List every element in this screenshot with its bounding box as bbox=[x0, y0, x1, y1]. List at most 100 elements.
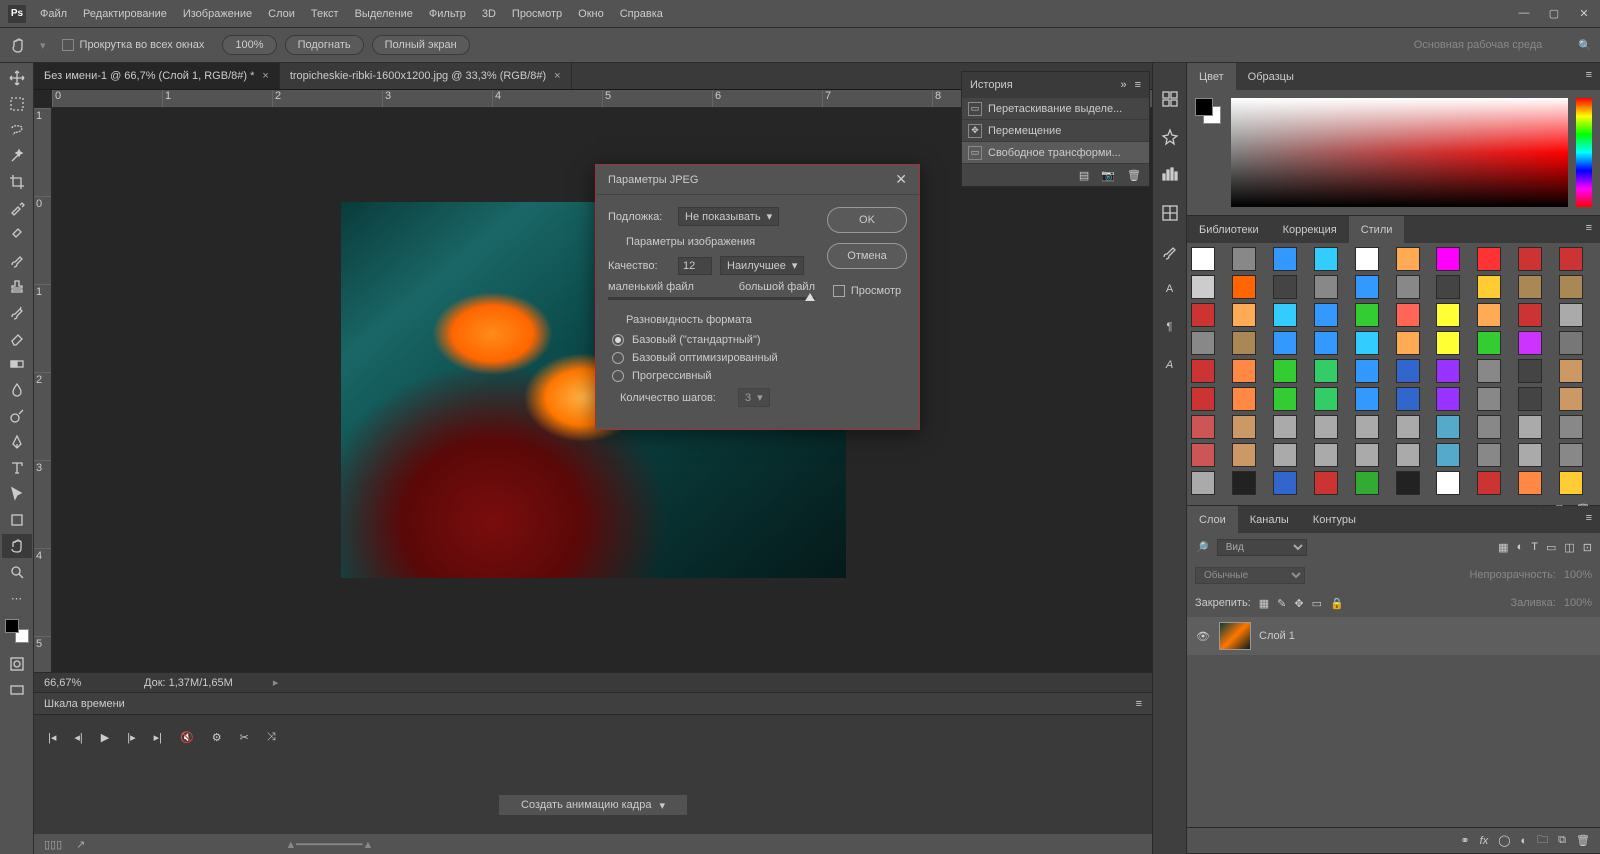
quality-slider[interactable] bbox=[608, 297, 815, 300]
style-swatch[interactable] bbox=[1559, 443, 1583, 467]
menu-layers[interactable]: Слои bbox=[268, 8, 295, 20]
tab-styles[interactable]: Стили bbox=[1349, 216, 1405, 243]
style-swatch[interactable] bbox=[1191, 303, 1215, 327]
fit-button[interactable]: Подогнать bbox=[285, 35, 364, 55]
filter-toggle-icon[interactable]: ⊡ bbox=[1583, 541, 1592, 554]
lock-trans-icon[interactable]: ▦ bbox=[1259, 597, 1269, 610]
stamp-tool[interactable] bbox=[2, 274, 32, 298]
style-swatch[interactable] bbox=[1518, 303, 1542, 327]
style-swatch[interactable] bbox=[1518, 359, 1542, 383]
menu-image[interactable]: Изображение bbox=[183, 8, 252, 20]
style-swatch[interactable] bbox=[1518, 415, 1542, 439]
style-swatch[interactable] bbox=[1314, 415, 1338, 439]
style-swatch[interactable] bbox=[1436, 303, 1460, 327]
style-swatch[interactable] bbox=[1232, 275, 1256, 299]
menu-view[interactable]: Просмотр bbox=[512, 8, 562, 20]
minimize-icon[interactable]: — bbox=[1516, 7, 1532, 20]
tl-next-icon[interactable]: |▸ bbox=[127, 731, 135, 744]
style-swatch[interactable] bbox=[1191, 387, 1215, 411]
style-swatch[interactable] bbox=[1191, 247, 1215, 271]
style-swatch[interactable] bbox=[1232, 247, 1256, 271]
style-swatch[interactable] bbox=[1314, 387, 1338, 411]
link-layers-icon[interactable]: ⚭ bbox=[1460, 834, 1469, 847]
filter-type-icon[interactable]: T bbox=[1531, 541, 1538, 554]
style-swatch[interactable] bbox=[1273, 275, 1297, 299]
libraries-icon[interactable] bbox=[1160, 89, 1180, 109]
blur-tool[interactable] bbox=[2, 378, 32, 402]
eyedropper-tool[interactable] bbox=[2, 196, 32, 220]
histogram-icon[interactable] bbox=[1160, 165, 1180, 185]
panel-menu-icon[interactable]: ≡ bbox=[1578, 63, 1600, 90]
heal-tool[interactable] bbox=[2, 222, 32, 246]
menu-3d[interactable]: 3D bbox=[482, 8, 496, 20]
style-swatch[interactable] bbox=[1559, 303, 1583, 327]
menu-window[interactable]: Окно bbox=[578, 8, 604, 20]
style-swatch[interactable] bbox=[1273, 387, 1297, 411]
style-swatch[interactable] bbox=[1477, 415, 1501, 439]
search-icon[interactable]: 🔍 bbox=[1578, 39, 1592, 52]
character-icon[interactable]: A bbox=[1160, 279, 1180, 299]
style-swatch[interactable] bbox=[1232, 303, 1256, 327]
style-swatch[interactable] bbox=[1518, 275, 1542, 299]
dodge-tool[interactable] bbox=[2, 404, 32, 428]
export-icon[interactable]: ↗ bbox=[76, 838, 85, 851]
style-swatch[interactable] bbox=[1396, 415, 1420, 439]
delete-layer-icon[interactable]: 🗑 bbox=[1576, 834, 1590, 847]
hand-tool-icon[interactable] bbox=[8, 34, 30, 56]
style-swatch[interactable] bbox=[1314, 443, 1338, 467]
style-swatch[interactable] bbox=[1518, 443, 1542, 467]
style-swatch[interactable] bbox=[1477, 303, 1501, 327]
tl-transition-icon[interactable]: ⤨ bbox=[267, 731, 276, 744]
style-swatch[interactable] bbox=[1436, 443, 1460, 467]
style-swatch[interactable] bbox=[1232, 359, 1256, 383]
preview-checkbox[interactable] bbox=[833, 285, 845, 297]
lock-all-icon[interactable]: 🔒 bbox=[1330, 597, 1344, 610]
style-swatch[interactable] bbox=[1355, 471, 1379, 495]
tab-libraries[interactable]: Библиотеки bbox=[1187, 216, 1271, 243]
style-swatch[interactable] bbox=[1355, 331, 1379, 355]
style-swatch[interactable] bbox=[1232, 387, 1256, 411]
collapse-icon[interactable]: » bbox=[1120, 79, 1126, 91]
style-swatch[interactable] bbox=[1559, 471, 1583, 495]
blend-mode-select[interactable]: Обычные bbox=[1195, 567, 1305, 584]
style-swatch[interactable] bbox=[1355, 415, 1379, 439]
style-swatch[interactable] bbox=[1436, 471, 1460, 495]
panel-menu-icon[interactable]: ≡ bbox=[1136, 698, 1142, 710]
style-swatch[interactable] bbox=[1191, 359, 1215, 383]
cancel-button[interactable]: Отмена bbox=[827, 243, 907, 269]
style-swatch[interactable] bbox=[1314, 331, 1338, 355]
style-swatch[interactable] bbox=[1314, 247, 1338, 271]
lock-nest-icon[interactable]: ▭ bbox=[1312, 597, 1322, 610]
path-select-tool[interactable] bbox=[2, 482, 32, 506]
layer-name[interactable]: Слой 1 bbox=[1259, 630, 1295, 642]
style-swatch[interactable] bbox=[1314, 359, 1338, 383]
style-swatch[interactable] bbox=[1273, 303, 1297, 327]
tl-first-icon[interactable]: |◂ bbox=[48, 731, 56, 744]
quality-preset-select[interactable]: Наилучшее▾ bbox=[720, 256, 804, 275]
snapshot-icon[interactable]: 📷 bbox=[1101, 169, 1115, 182]
brush-tool[interactable] bbox=[2, 248, 32, 272]
history-item[interactable]: ▭Перетаскивание выделе... bbox=[962, 98, 1149, 120]
panel-menu-icon[interactable]: ≡ bbox=[1135, 79, 1141, 91]
mask-icon[interactable]: ◯ bbox=[1498, 834, 1510, 847]
history-item[interactable]: ▭Свободное трансформи... bbox=[962, 142, 1149, 164]
tab-adjustments[interactable]: Коррекция bbox=[1271, 216, 1349, 243]
layer-filter-select[interactable]: Вид bbox=[1217, 539, 1307, 556]
style-swatch[interactable] bbox=[1396, 331, 1420, 355]
layer-thumbnail[interactable] bbox=[1219, 622, 1251, 650]
style-swatch[interactable] bbox=[1396, 303, 1420, 327]
style-swatch[interactable] bbox=[1559, 415, 1583, 439]
dialog-close-icon[interactable]: ✕ bbox=[895, 171, 907, 188]
style-swatch[interactable] bbox=[1559, 387, 1583, 411]
filter-shape-icon[interactable]: ▭ bbox=[1546, 541, 1556, 554]
style-swatch[interactable] bbox=[1355, 443, 1379, 467]
lasso-tool[interactable] bbox=[2, 118, 32, 142]
style-swatch[interactable] bbox=[1191, 275, 1215, 299]
wand-tool[interactable] bbox=[2, 144, 32, 168]
style-swatch[interactable] bbox=[1477, 387, 1501, 411]
lock-pos-icon[interactable]: ✥ bbox=[1294, 597, 1303, 610]
tab-swatches[interactable]: Образцы bbox=[1236, 63, 1306, 90]
group-icon[interactable]: 🗀 bbox=[1537, 831, 1548, 850]
shape-tool[interactable] bbox=[2, 508, 32, 532]
style-swatch[interactable] bbox=[1559, 275, 1583, 299]
